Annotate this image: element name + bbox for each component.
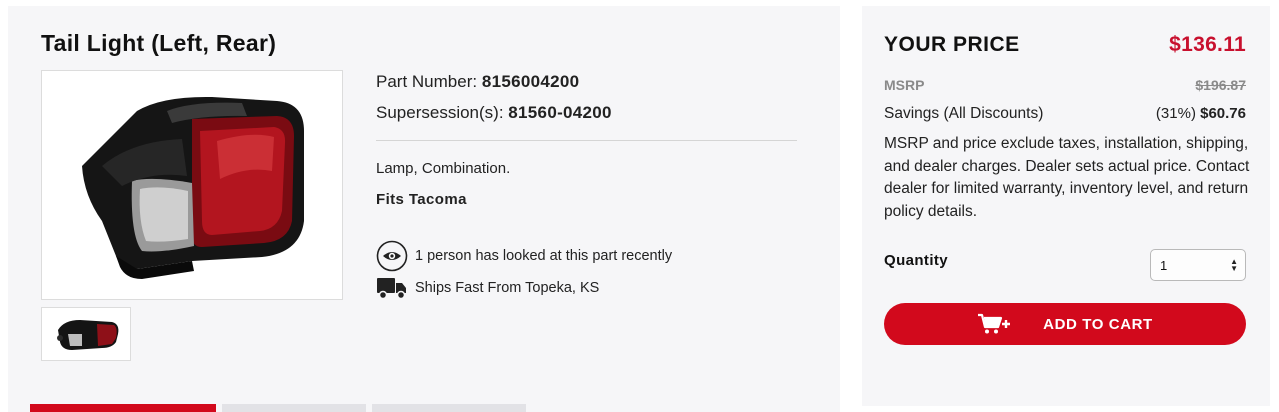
product-thumbnail[interactable] xyxy=(41,307,131,361)
product-description: Lamp, Combination. xyxy=(376,160,511,177)
quantity-value: 1 xyxy=(1160,257,1168,273)
savings-amount: $60.76 xyxy=(1200,105,1246,122)
shipping-text: Ships Fast From Topeka, KS xyxy=(415,280,600,296)
views-info: 1 person has looked at this part recentl… xyxy=(376,240,672,272)
part-number-label: Part Number: xyxy=(376,72,478,91)
add-to-cart-label: ADD TO CART xyxy=(1043,315,1153,333)
select-arrows-icon: ▲ ▼ xyxy=(1230,257,1238,273)
tail-light-image xyxy=(82,96,304,279)
views-text: 1 person has looked at this part recentl… xyxy=(415,248,673,264)
eye-icon xyxy=(376,240,408,272)
part-number-row: Part Number: 8156004200 xyxy=(376,72,579,92)
product-panel: Tail Light (Left, Rear) Part Number: 815… xyxy=(8,6,840,412)
quantity-select[interactable]: 1 ▲ ▼ xyxy=(1150,249,1246,281)
savings-label: Savings (All Discounts) xyxy=(884,105,1044,122)
supersession-row: Supersession(s): 81560-04200 xyxy=(376,103,612,123)
product-title: Tail Light (Left, Rear) xyxy=(41,30,277,56)
shipping-info: Ships Fast From Topeka, KS xyxy=(376,272,599,304)
tab-secondary[interactable] xyxy=(222,404,366,412)
product-main-image[interactable] xyxy=(41,70,343,300)
thumbnail-image xyxy=(57,320,119,350)
fitment-text: Fits Tacoma xyxy=(376,191,467,208)
savings-percent: (31%) xyxy=(1155,105,1196,122)
truck-icon xyxy=(376,272,408,304)
pricing-panel: YOUR PRICE $136.11 MSRP $196.87 Savings … xyxy=(862,6,1270,406)
cart-plus-icon xyxy=(977,313,1013,335)
msrp-value: $196.87 xyxy=(1195,77,1246,93)
price-disclaimer: MSRP and price exclude taxes, installati… xyxy=(884,135,1250,220)
your-price-label: YOUR PRICE xyxy=(884,33,1020,56)
msrp-label: MSRP xyxy=(884,77,925,93)
tab-active[interactable] xyxy=(30,404,216,412)
supersession-value: 81560-04200 xyxy=(508,103,612,122)
price-value: $136.11 xyxy=(1169,33,1246,56)
supersession-label: Supersession(s): xyxy=(376,103,504,122)
quantity-label: Quantity xyxy=(884,252,949,269)
add-to-cart-button[interactable]: ADD TO CART xyxy=(884,303,1246,345)
savings-value: (31%) $60.76 xyxy=(1156,105,1246,122)
details-divider xyxy=(376,140,797,141)
product-page: Tail Light (Left, Rear) Part Number: 815… xyxy=(0,0,1279,412)
part-number-value: 8156004200 xyxy=(481,72,580,91)
tab-tertiary[interactable] xyxy=(372,404,526,412)
